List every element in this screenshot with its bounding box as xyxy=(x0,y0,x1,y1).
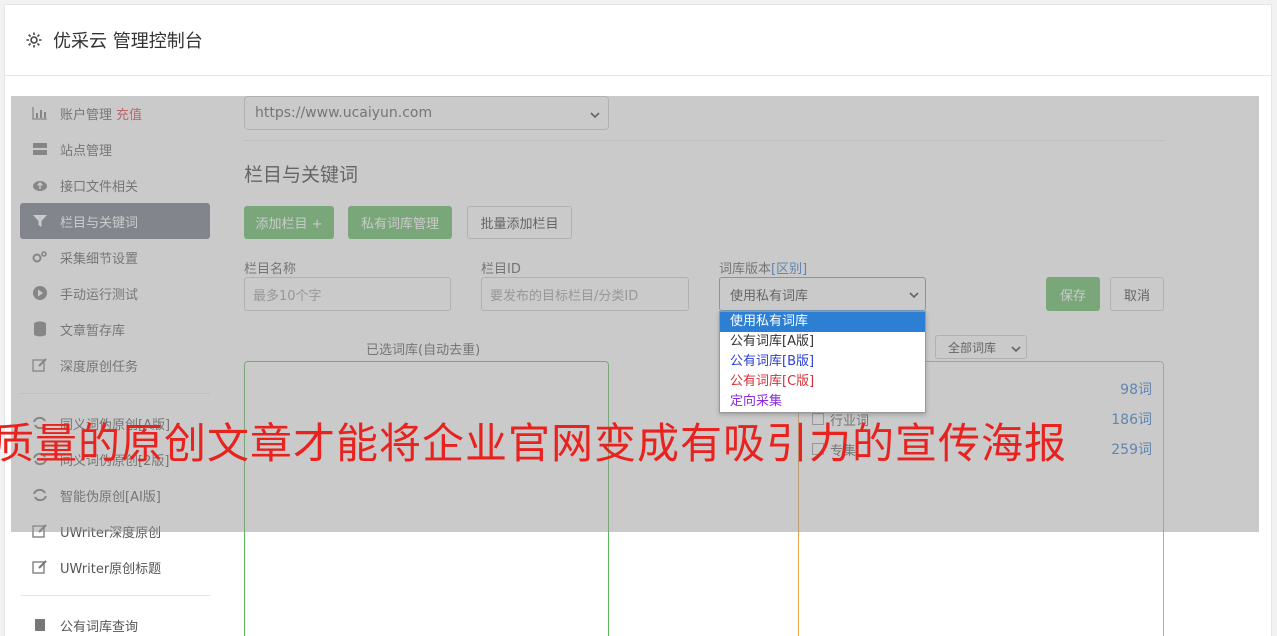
book-icon xyxy=(32,617,48,633)
sidebar-item-label: 公有词库查询 xyxy=(60,619,139,635)
sidebar-divider xyxy=(20,595,210,596)
overlay-caption: 质量的原创文章才能将企业官网变成有吸引力的宣传海报 xyxy=(0,419,1068,468)
lib-version-dropdown[interactable]: 使用私有词库 公有词库[A版] 公有词库[B版] 公有词库[C版] 定向采集 xyxy=(719,311,926,413)
sidebar-item-label: UWriter原创标题 xyxy=(60,561,162,577)
sidebar-item-uwriter-title[interactable]: UWriter原创标题 xyxy=(20,549,210,585)
sidebar-item-public-lib-query[interactable]: 公有词库查询 xyxy=(20,607,210,636)
dropdown-option[interactable]: 定向采集 xyxy=(720,392,925,412)
page-header: 优采云 管理控制台 xyxy=(5,5,1271,76)
dropdown-option[interactable]: 公有词库[C版] xyxy=(720,372,925,392)
dropdown-option[interactable]: 公有词库[B版] xyxy=(720,352,925,372)
dropdown-option[interactable]: 公有词库[A版] xyxy=(720,332,925,352)
page-title: 优采云 管理控制台 xyxy=(53,31,203,52)
gear-icon xyxy=(25,31,43,49)
edit-icon xyxy=(32,559,48,575)
dropdown-option[interactable]: 使用私有词库 xyxy=(720,312,925,332)
